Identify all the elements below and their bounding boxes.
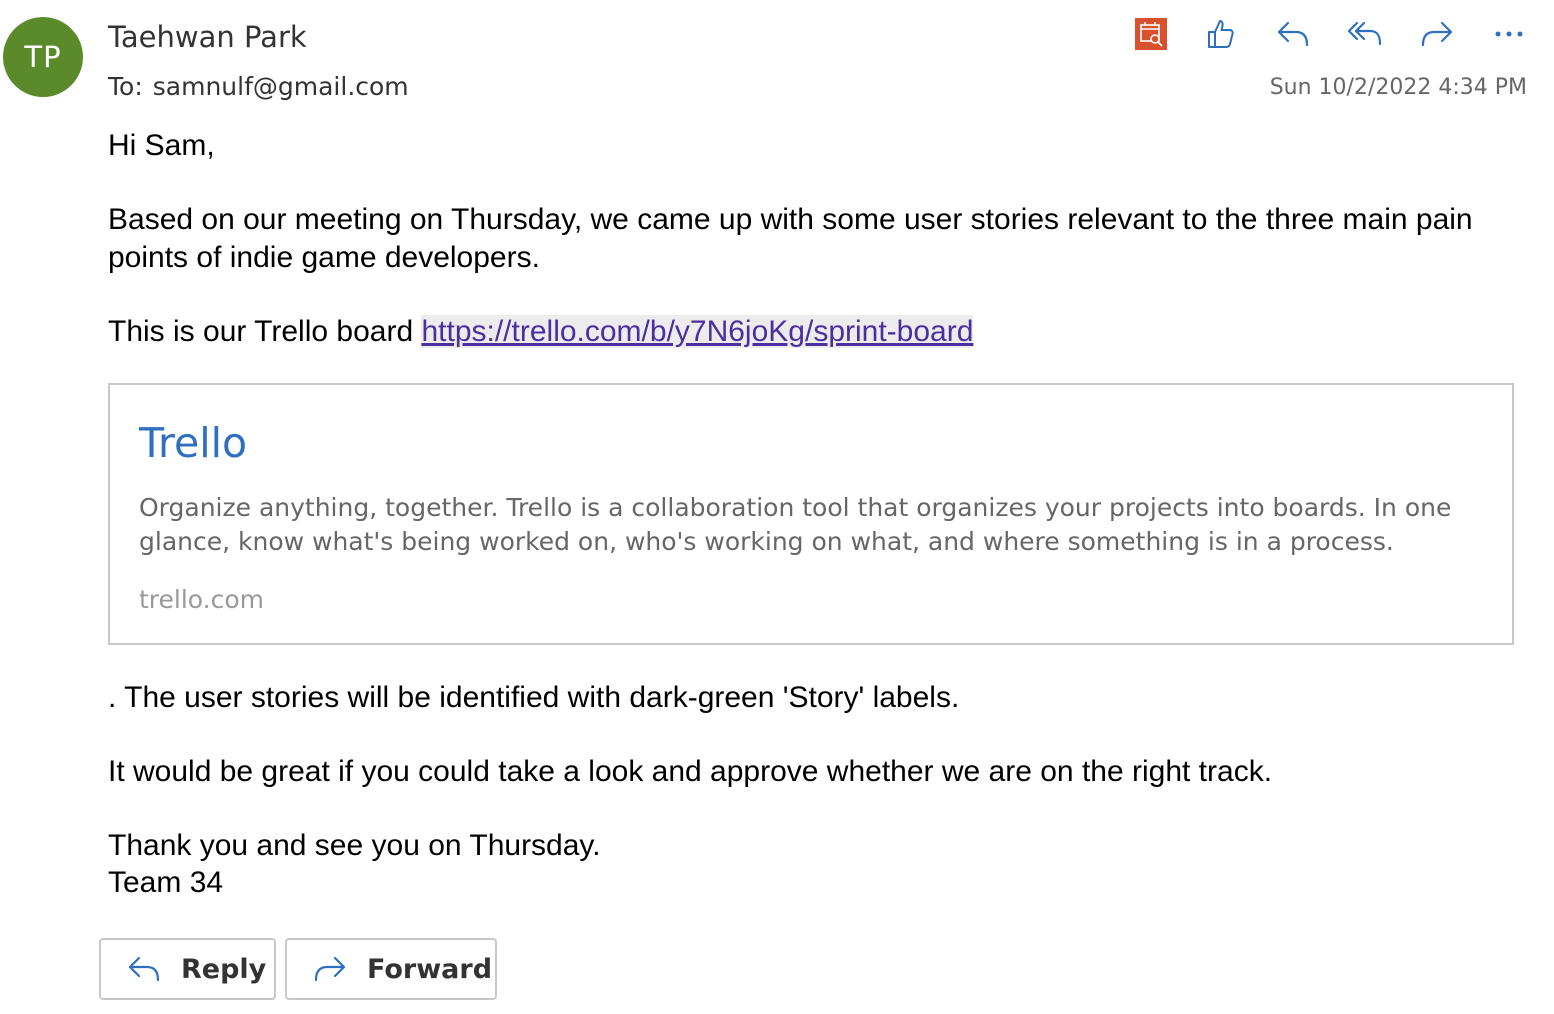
recipient-address[interactable]: samnulf@gmail.com (153, 72, 409, 101)
forward-icon (313, 956, 347, 982)
message-timestamp: Sun 10/2/2022 4:34 PM (1269, 75, 1527, 100)
trello-prefix-text: This is our Trello board (108, 315, 422, 348)
reply-icon[interactable] (1273, 14, 1313, 54)
link-preview-title[interactable]: Trello (139, 419, 247, 467)
body-paragraph: Based on our meeting on Thursday, we cam… (108, 203, 1473, 274)
trello-line: This is our Trello board https://trello.… (108, 313, 1528, 351)
forward-button[interactable]: Forward (285, 938, 497, 1000)
body-paragraph: It would be great if you could take a lo… (108, 755, 1273, 788)
link-preview-card[interactable]: Trello Organize anything, together. Trel… (108, 383, 1514, 645)
closing-line: Thank you and see you on Thursday. (108, 829, 601, 862)
message-toolbar (0, 14, 1554, 54)
link-preview-domain: trello.com (139, 585, 264, 614)
reply-button-label: Reply (181, 953, 267, 985)
link-preview-description: Organize anything, together. Trello is a… (139, 493, 1452, 556)
body-paragraph: . The user stories will be identified wi… (108, 681, 960, 714)
forward-button-label: Forward (367, 953, 493, 985)
recipient-line: To: samnulf@gmail.com (108, 72, 409, 101)
like-icon[interactable] (1201, 14, 1241, 54)
reply-button[interactable]: Reply (99, 938, 276, 1000)
to-label: To: (108, 72, 143, 101)
reply-all-icon[interactable] (1345, 14, 1385, 54)
trello-board-link[interactable]: https://trello.com/b/y7N6joKg/sprint-boa… (421, 315, 974, 348)
more-options-icon[interactable] (1489, 14, 1529, 54)
calendar-search-icon[interactable] (1131, 14, 1171, 54)
forward-icon[interactable] (1417, 14, 1457, 54)
greeting: Hi Sam, (108, 129, 215, 162)
signature: Team 34 (108, 866, 224, 899)
reply-icon (127, 956, 161, 982)
